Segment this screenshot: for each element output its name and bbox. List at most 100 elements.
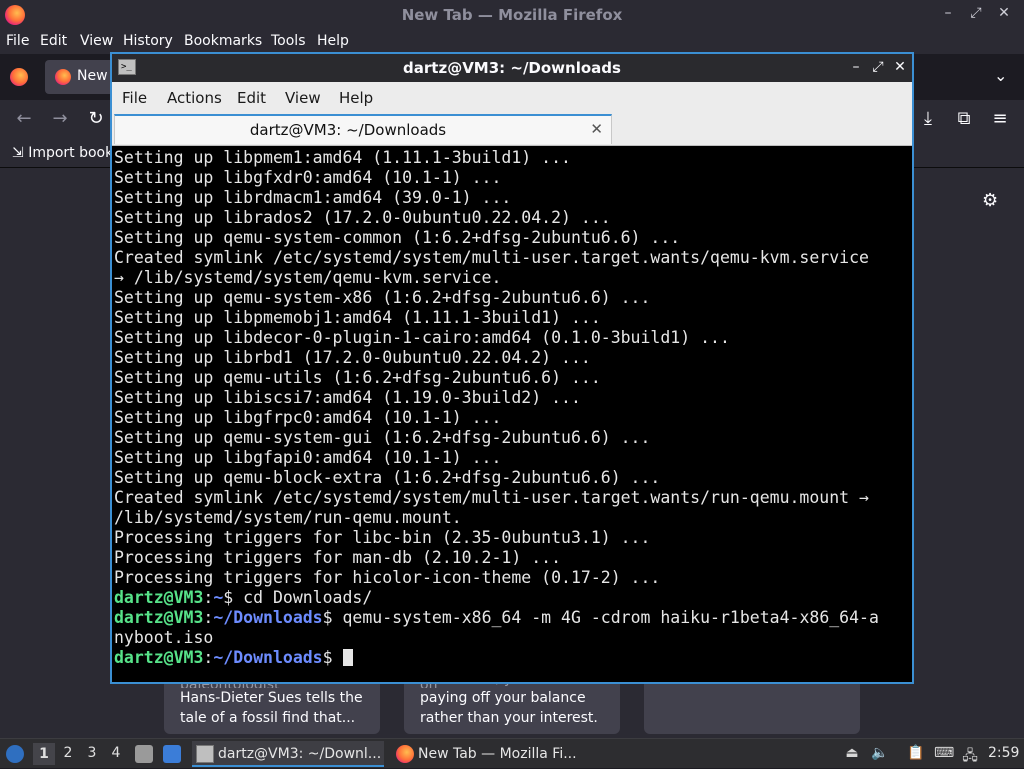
- menu-history[interactable]: History: [123, 33, 173, 49]
- command-text: $: [322, 648, 343, 667]
- terminal-output-line: Setting up libgfapi0:amd64 (10.1-1) ...: [114, 448, 502, 467]
- terminal-window[interactable]: >_ dartz@VM3: ~/Downloads – ⤢ ✕ File Act…: [110, 52, 914, 684]
- start-menu-icon[interactable]: [6, 745, 24, 763]
- terminal-menu-edit[interactable]: Edit: [237, 89, 266, 107]
- task-firefox-label: New Tab — Mozilla Fi...: [418, 746, 577, 762]
- task-terminal-label: dartz@VM3: ~/Downl...: [218, 746, 382, 762]
- eject-icon[interactable]: ⏏: [842, 745, 862, 761]
- terminal-output-line: Created symlink /etc/systemd/system/mult…: [114, 248, 869, 267]
- terminal-cursor: [342, 649, 353, 666]
- terminal-output-line: Processing triggers for man-db (2.10.2-1…: [114, 548, 562, 567]
- menu-help[interactable]: Help: [317, 33, 349, 49]
- firefox-window-title: New Tab — Mozilla Firefox: [401, 6, 623, 24]
- workspace-4[interactable]: 4: [105, 745, 127, 761]
- prompt-line: dartz@VM3:~/Downloads$ qemu-system-x86_6…: [114, 608, 910, 628]
- firefox-menubar: File Edit View History Bookmarks Tools H…: [0, 30, 1024, 54]
- file-manager-icon[interactable]: [135, 745, 153, 763]
- taskbar: 1 2 3 4 dartz@VM3: ~/Downl... New Tab — …: [0, 738, 1024, 768]
- firefox-view-icon[interactable]: [10, 68, 28, 86]
- clipboard-icon[interactable]: 📋: [906, 745, 926, 761]
- menu-bookmarks[interactable]: Bookmarks: [184, 33, 262, 49]
- terminal-output-line: Setting up libiscsi7:amd64 (1.19.0-3buil…: [114, 388, 581, 407]
- prompt-line: dartz@VM3:~/Downloads$: [114, 648, 910, 668]
- network-icon[interactable]: 🖧: [960, 745, 980, 769]
- gear-icon[interactable]: ⚙: [982, 190, 998, 211]
- terminal-output-line: Setting up libpmem1:amd64 (1.11.1-3build…: [114, 148, 571, 167]
- terminal-output-line: Setting up qemu-system-gui (1:6.2+dfsg-2…: [114, 428, 651, 447]
- menu-file[interactable]: File: [6, 33, 29, 49]
- extensions-icon[interactable]: ⧉: [952, 108, 976, 129]
- maximize-icon[interactable]: ⤢: [870, 59, 886, 75]
- terminal-output-line: Processing triggers for libc-bin (2.35-0…: [114, 528, 651, 547]
- close-tab-icon[interactable]: ✕: [590, 120, 603, 138]
- firefox-titlebar: New Tab — Mozilla Firefox – ⤢ ✕: [0, 0, 1024, 30]
- terminal-output-line: Processing triggers for hicolor-icon-the…: [114, 568, 661, 587]
- close-icon[interactable]: ✕: [892, 59, 908, 75]
- firefox-favicon-icon: [55, 69, 71, 85]
- prompt-separator: :: [203, 648, 214, 667]
- workspace-2[interactable]: 2: [57, 745, 79, 761]
- download-icon[interactable]: ⤓: [916, 108, 940, 129]
- terminal-tab-label: dartz@VM3: ~/Downloads: [249, 121, 447, 139]
- story-card[interactable]: [644, 676, 860, 734]
- workspace-1[interactable]: 1: [33, 743, 55, 765]
- card-line: rather than your interest.: [420, 710, 598, 726]
- tab-label: New: [77, 68, 108, 84]
- terminal-output-line: Setting up libgfxdr0:amd64 (10.1-1) ...: [114, 168, 502, 187]
- forward-arrow-icon[interactable]: →: [48, 108, 72, 129]
- terminal-titlebar[interactable]: >_ dartz@VM3: ~/Downloads – ⤢ ✕: [112, 54, 912, 82]
- prompt-separator: :: [203, 588, 214, 607]
- prompt-user: dartz@VM3: [114, 648, 204, 667]
- terminal-output-line: Setting up libgfrpc0:amd64 (10.1-1) ...: [114, 408, 502, 427]
- volume-icon[interactable]: 🔈: [870, 745, 890, 761]
- keyboard-icon[interactable]: ⌨: [934, 745, 954, 761]
- command-text: $ qemu-system-x86_64 -m 4G -cdrom haiku-…: [322, 608, 879, 627]
- terminal-menu-file[interactable]: File: [122, 89, 147, 107]
- back-arrow-icon[interactable]: ←: [12, 108, 36, 129]
- show-desktop-icon[interactable]: [163, 745, 181, 763]
- import-bookmarks-link[interactable]: ⇲ Import book: [12, 145, 113, 161]
- terminal-output-line: Created symlink /etc/systemd/system/mult…: [114, 488, 869, 507]
- terminal-menu-actions[interactable]: Actions: [167, 89, 222, 107]
- maximize-icon[interactable]: ⤢: [966, 5, 986, 21]
- terminal-menu-view[interactable]: View: [285, 89, 321, 107]
- terminal-menu-help[interactable]: Help: [339, 89, 373, 107]
- reload-icon[interactable]: ↻: [84, 108, 108, 129]
- menu-tools[interactable]: Tools: [271, 33, 306, 49]
- menu-view[interactable]: View: [80, 33, 113, 49]
- story-card[interactable]: Smithsonian paleontologist Hans-Dieter S…: [164, 676, 380, 734]
- terminal-output-line: Setting up librdmacm1:amd64 (39.0-1) ...: [114, 188, 512, 207]
- prompt-path: ~: [213, 588, 224, 607]
- prompt-path: ~/Downloads: [213, 608, 323, 627]
- firefox-logo-icon: [396, 745, 414, 763]
- workspace-3[interactable]: 3: [81, 745, 103, 761]
- chevron-down-icon[interactable]: ⌄: [994, 66, 1007, 85]
- prompt-line: dartz@VM3:~$ cd Downloads/: [114, 588, 910, 608]
- prompt-user: dartz@VM3: [114, 588, 204, 607]
- terminal-output-line: /lib/systemd/system/run-qemu.mount.: [114, 508, 462, 527]
- card-line: tale of a fossil find that...: [180, 710, 356, 726]
- command-wrap-line: nyboot.iso: [114, 628, 214, 647]
- minimize-icon[interactable]: –: [848, 59, 864, 75]
- task-terminal[interactable]: dartz@VM3: ~/Downl...: [192, 741, 384, 767]
- terminal-tabbar: dartz@VM3: ~/Downloads ✕: [112, 112, 912, 146]
- import-bookmarks-label: Import book: [28, 145, 114, 161]
- card-line: paying off your balance: [420, 690, 586, 706]
- terminal-app-icon: [196, 745, 214, 763]
- terminal-output-line: Setting up qemu-system-x86 (1:6.2+dfsg-2…: [114, 288, 651, 307]
- close-icon[interactable]: ✕: [994, 5, 1014, 21]
- minimize-icon[interactable]: –: [938, 5, 958, 21]
- terminal-output-line: Setting up qemu-block-extra (1:6.2+dfsg-…: [114, 468, 661, 487]
- terminal-tab[interactable]: dartz@VM3: ~/Downloads ✕: [114, 114, 612, 144]
- terminal-output-line: Setting up librbd1 (17.2.0-0ubuntu0.22.0…: [114, 348, 591, 367]
- command-text: $ cd Downloads/: [223, 588, 373, 607]
- terminal-menubar: File Actions Edit View Help: [112, 82, 912, 112]
- menu-edit[interactable]: Edit: [40, 33, 67, 49]
- prompt-separator: :: [203, 608, 214, 627]
- prompt-path: ~/Downloads: [213, 648, 323, 667]
- terminal-output[interactable]: Setting up libpmem1:amd64 (1.11.1-3build…: [114, 148, 910, 682]
- hamburger-menu-icon[interactable]: ≡: [988, 108, 1012, 129]
- story-card[interactable]: With these, you can focus on paying off …: [404, 676, 620, 734]
- terminal-window-title: dartz@VM3: ~/Downloads: [403, 59, 621, 77]
- task-firefox[interactable]: New Tab — Mozilla Fi...: [392, 741, 584, 767]
